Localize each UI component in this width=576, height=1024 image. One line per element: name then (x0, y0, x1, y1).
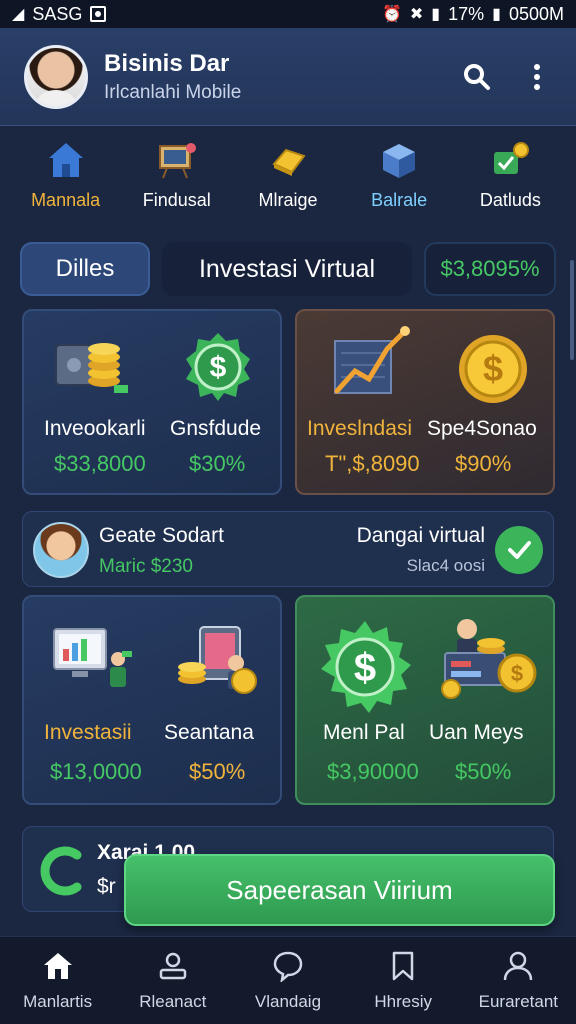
svg-text:$: $ (483, 348, 503, 389)
user-name: Geate Sodart (99, 524, 224, 547)
tab-investasi-virtual[interactable]: Investasi Virtual (162, 242, 412, 296)
promo-sub: $r (97, 875, 116, 898)
scrollbar[interactable] (570, 260, 574, 360)
profile-avatar[interactable] (24, 44, 88, 109)
growth-chart-icon (334, 326, 410, 394)
signal-icon: ▮ (431, 6, 441, 23)
battery-icon: ▮ (492, 6, 501, 23)
profile-icon (504, 951, 533, 980)
nav-item-rleanact[interactable]: Rleanact (118, 950, 228, 1012)
quick-action-mlraige[interactable]: Mlraige (238, 140, 338, 220)
card-2-value-left: T",$,8090 (325, 451, 420, 476)
camera-notification-icon (90, 6, 107, 22)
card-3-label-left: Investasii (44, 721, 132, 744)
check-coin-icon (494, 142, 530, 174)
card-3-value-right: $50% (189, 759, 246, 784)
status-bar: ◢ SASG ⏰ ✖ ▮ 17% ▮ 0500M (0, 0, 576, 28)
virtual-status-title: Dangai virtual (356, 524, 485, 547)
house-icon (48, 143, 83, 177)
investment-tabs: Dilles Investasi Virtual $3,8095% (20, 242, 556, 296)
mute-icon: ✖ (409, 6, 424, 23)
alarm-icon: ⏰ (381, 6, 402, 23)
investment-card-3[interactable]: Investasii Seantana $13,0000 $50% (22, 595, 282, 805)
more-options-icon[interactable] (522, 62, 552, 92)
notification-icon: ◢ (12, 6, 25, 23)
card-2-value-right: $90% (455, 451, 512, 476)
tablet-coins-icon (178, 626, 257, 694)
investment-card-4[interactable]: $ $ Menl Pal Uan Meys $3,90000 $50% (295, 595, 555, 805)
card-4-value-right: $50% (455, 759, 512, 784)
dollar-burst-icon: $ (321, 621, 411, 713)
card-2-label-right: Spe4Sonao (427, 417, 537, 440)
chat-bubble-icon (273, 951, 303, 982)
user-desk-icon (159, 952, 187, 979)
balance-badge: $3,8095% (424, 242, 556, 296)
search-icon[interactable] (462, 62, 492, 92)
nav-item-euraretant[interactable]: Euraretant (463, 950, 573, 1012)
card-2-label-left: Inveslndasi (307, 417, 413, 440)
app-subtitle: Irlcanlahi Mobile (104, 81, 242, 103)
app-header: Bisinis Dar Irlcanlahi Mobile (0, 28, 576, 126)
presentation-board-icon (158, 143, 196, 179)
gold-dollar-coin-icon: $ (459, 335, 527, 403)
investment-card-2[interactable]: $ Inveslndasi Spe4Sonao T",$,8090 $90% (295, 309, 555, 495)
status-left-text: SASG (32, 3, 83, 24)
svg-text:$: $ (511, 661, 523, 686)
user-summary[interactable]: Geate Sodart Maric $230 Dangai virtual S… (22, 511, 554, 587)
gold-bar-icon (272, 148, 306, 176)
nav-item-vlandaig[interactable]: Vlandaig (233, 950, 343, 1012)
cube-icon (383, 144, 416, 178)
card-1-label-right: Gnsfdude (170, 417, 262, 440)
card-3-label-right: Seantana (164, 721, 254, 744)
card-1-value-left: $33,8000 (54, 451, 146, 476)
businessman-coins-icon: $ (441, 619, 537, 699)
card-4-value-left: $3,90000 (327, 759, 419, 784)
card-3-value-left: $13,0000 (50, 759, 142, 784)
investment-card-1[interactable]: $ Inveookarli Gnsfdude $33,8000 $30% (22, 309, 282, 495)
home-icon (43, 952, 72, 979)
card-1-value-right: $30% (189, 451, 246, 476)
check-icon (495, 526, 543, 574)
user-avatar (33, 522, 89, 578)
computer-trader-icon (53, 628, 132, 687)
bottom-navigation: Manlartis Rleanact Vlandaig Hhresiy Eura… (0, 936, 576, 1024)
app-title: Bisinis Dar (104, 49, 230, 77)
quick-action-mannala[interactable]: Mannala (16, 140, 116, 220)
dollar-badge-icon: $ (186, 333, 250, 401)
quick-action-balrale[interactable]: Balrale (349, 140, 449, 220)
safe-coins-icon (55, 343, 128, 393)
bookmark-icon (392, 951, 414, 980)
card-4-label-right: Uan Meys (429, 721, 524, 744)
svg-text:$: $ (354, 646, 376, 690)
clock: 0500M (508, 3, 564, 24)
quick-actions: Mannala Findusal Mlraige Balrale Datluds (0, 140, 576, 220)
refresh-leaf-icon (40, 846, 82, 896)
card-1-label-left: Inveookarli (44, 417, 146, 440)
cta-button[interactable]: Sapeerasan Viirium (124, 854, 555, 926)
user-sub: Maric $230 (99, 556, 193, 577)
nav-item-hhresiy[interactable]: Hhresiy (348, 950, 458, 1012)
svg-text:$: $ (210, 351, 227, 384)
virtual-status-sub: Slac4 oosi (406, 556, 485, 575)
quick-action-findusal[interactable]: Findusal (127, 140, 227, 220)
tab-dilles[interactable]: Dilles (20, 242, 150, 296)
quick-action-datluds[interactable]: Datluds (460, 140, 560, 220)
nav-item-home[interactable]: Manlartis (3, 950, 113, 1012)
card-4-label-left: Menl Pal (323, 721, 405, 744)
battery-percent: 17% (448, 3, 485, 24)
